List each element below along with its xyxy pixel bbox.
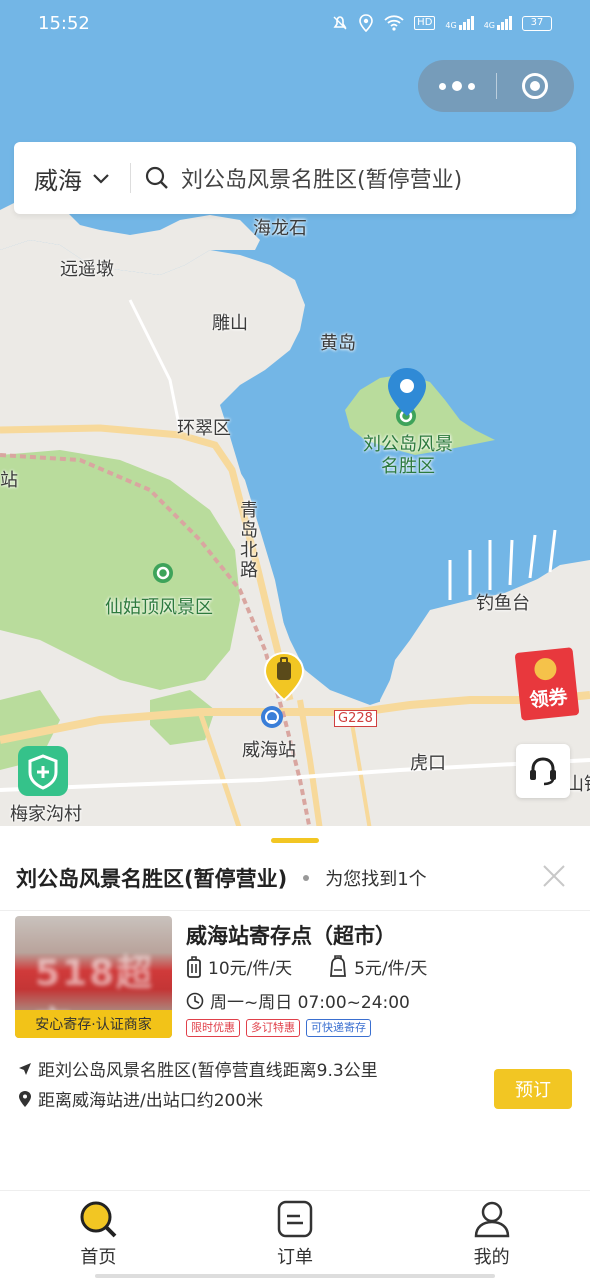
user-icon [474,1201,509,1238]
tag-multi-order: 多订特惠 [246,1019,300,1037]
destination-pin-icon[interactable] [388,368,426,418]
tab-mine-label: 我的 [473,1247,510,1268]
storage-location-pin-icon[interactable] [264,652,304,702]
search-bar: 威海 刘公岛风景名胜区(暂停营业) [14,142,576,214]
tab-home-label: 首页 [80,1247,117,1268]
map-label-hailongshi: 海龙石 [253,218,307,239]
coupon-red-packet-button[interactable]: 领券 [514,647,580,721]
alarm-icon [333,16,347,30]
map-label-hukou: 虎口 [410,753,446,774]
chevron-down-icon [93,174,109,184]
navigation-arrow-icon [19,1062,31,1075]
map-label-yuanyaodun: 远遥墩 [60,259,114,280]
destination-title: 刘公岛风景名胜区(暂停营业) [16,867,288,891]
tag-express-storage: 可快递寄存 [306,1019,371,1037]
map-label-liugongdao[interactable]: 刘公岛风景名胜区 [358,434,458,478]
bottom-tab-bar: 首页 订单 我的 [0,1190,590,1280]
miniapp-capsule [418,60,574,112]
storage-card[interactable]: 518超市 安心寄存·认证商家 威海站寄存点（超市） 10元/件/天 5元/件/… [14,916,576,1056]
close-icon[interactable] [538,860,570,892]
customer-service-button[interactable] [516,744,570,798]
headset-icon [530,757,556,786]
map-label-qingdaobeilu: 青岛北路 [237,500,258,580]
battery-icon: 37 [522,15,552,31]
tab-mine[interactable]: 我的 [393,1191,590,1280]
safety-shield-button[interactable] [18,746,68,796]
wifi-icon [384,15,404,31]
map-road-sign-g228: G228 [334,710,377,727]
close-miniapp-button[interactable] [497,60,575,112]
promo-tags: 限时优惠 多订特惠 可快递寄存 [186,1019,371,1037]
opening-hours: 周一~周日 07:00~24:00 [186,988,410,1013]
tag-limited-offer: 限时优惠 [186,1019,240,1037]
map-label-weihaizhan[interactable]: 威海站 [242,736,296,762]
luggage-icon [187,955,201,978]
coin-icon [533,656,558,682]
home-indicator [95,1274,495,1278]
backpack-icon [330,954,347,977]
clock-icon [186,992,204,1009]
map-view[interactable]: 海龙石 远遥墩 雕山 黄岛 环翠区 刘公岛风景名胜区 青岛北路 仙姑顶风景区 钓… [0,0,590,830]
city-name: 威海 [34,166,82,195]
map-label-diaoyutai: 钓鱼台 [476,593,530,614]
order-list-icon [277,1200,313,1238]
train-station-icon[interactable] [260,705,284,729]
price-bag: 5元/件/天 [354,959,428,979]
verified-badge: 安心寄存·认证商家 [15,1010,172,1038]
map-label-huancuiqu: 环翠区 [177,418,231,439]
coupon-label: 领券 [528,685,569,712]
signal-icon: 4G [445,16,474,30]
more-button[interactable] [418,60,496,112]
map-label-huangdao: 黄岛 [320,333,356,354]
status-icons: HD 4G 4G 37 [332,14,552,32]
store-thumbnail: 518超市 安心寄存·认证商家 [15,916,172,1038]
search-input[interactable]: 刘公岛风景名胜区(暂停营业) [131,162,462,194]
distance-to-scenic: 距刘公岛风景名胜区(暂停营直线距离9.3公里 [18,1056,378,1081]
hours-text: 周一~周日 07:00~24:00 [210,993,410,1013]
sheet-drag-handle[interactable] [271,838,319,843]
map-label-diaoshan: 雕山 [212,313,248,334]
distance-scenic-text: 距刘公岛风景名胜区(暂停营直线距离9.3公里 [38,1061,378,1081]
tab-orders[interactable]: 订单 [197,1191,394,1280]
store-name: 威海站寄存点（超市） [186,924,396,948]
search-query: 刘公岛风景名胜区(暂停营业) [181,168,463,193]
hd-icon: HD [414,16,436,30]
status-time: 15:52 [38,12,90,34]
map-label-xianguding[interactable]: 仙姑顶风景区 [105,593,213,619]
target-icon [522,73,549,99]
distance-to-station: 距离威海站进/出站口约200米 [18,1086,263,1111]
result-count: 为您找到1个 [325,869,427,890]
price-luggage: 10元/件/天 [208,959,293,979]
price-row: 10元/件/天 5元/件/天 [186,954,427,979]
tab-home[interactable]: 首页 [0,1191,197,1280]
location-icon [359,14,373,32]
search-icon [145,166,168,189]
map-label-edge-station: 站 [0,470,18,491]
search-home-icon [80,1201,117,1238]
signal-icon: 4G [484,16,512,30]
book-button[interactable]: 预订 [494,1069,572,1109]
scenic-poi-icon[interactable] [152,562,174,584]
divider [0,910,590,911]
city-selector[interactable]: 威海 [14,161,130,196]
sheet-header: 刘公岛风景名胜区(暂停营业) 为您找到1个 [16,856,574,900]
map-background [0,0,590,830]
distance-station-text: 距离威海站进/出站口约200米 [38,1091,264,1111]
dot-separator [303,875,310,881]
tab-orders-label: 订单 [277,1247,313,1268]
map-label-meijiagoucun: 梅家沟村 [10,804,82,825]
status-bar: 15:52 HD 4G 4G 37 [0,0,590,46]
result-sheet: 刘公岛风景名胜区(暂停营业) 为您找到1个 518超市 安心寄存·认证商家 威海… [0,826,590,1190]
location-pin-icon [19,1090,31,1107]
